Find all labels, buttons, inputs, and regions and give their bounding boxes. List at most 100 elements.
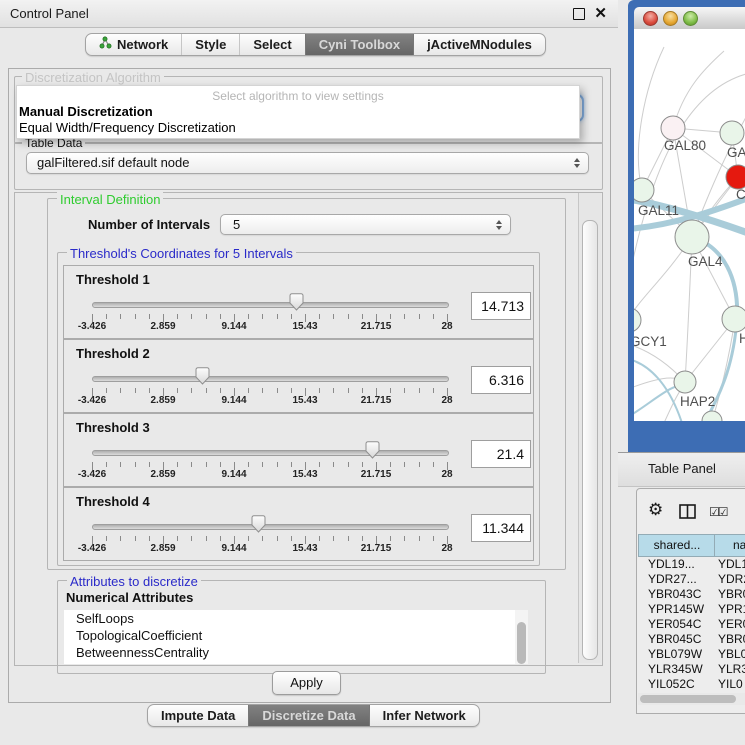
tick-mark — [191, 462, 192, 467]
threshold-slider-track[interactable] — [92, 376, 449, 382]
table-cell[interactable]: YDL19... — [648, 557, 724, 572]
threshold-value-field[interactable]: 11.344 — [471, 514, 531, 542]
tab-style[interactable]: Style — [181, 34, 239, 55]
tab-discretize-data[interactable]: Discretize Data — [248, 705, 368, 726]
network-icon — [99, 34, 112, 55]
thresholds-group-label: Threshold's Coordinates for 5 Intervals — [67, 246, 296, 261]
network-view-canvas[interactable]: GAL80GACGAL11GAL4GCY1HHAP2 — [634, 29, 745, 421]
tick-mark — [177, 314, 178, 319]
close-traffic-light-icon[interactable] — [643, 11, 658, 26]
table-cell[interactable]: YER0 — [718, 617, 745, 632]
threshold-slider-thumb[interactable] — [251, 515, 266, 533]
tab-network[interactable]: Network — [86, 34, 181, 55]
attribute-list-item[interactable]: TopologicalCoefficient — [64, 627, 515, 644]
table-data-combobox[interactable]: galFiltered.sif default node — [26, 152, 589, 174]
network-node-H[interactable] — [722, 306, 745, 332]
control-panel-titlebar: Control Panel ✕ — [0, 0, 618, 28]
threshold-value-field[interactable]: 14.713 — [471, 292, 531, 320]
zoom-traffic-light-icon[interactable] — [683, 11, 698, 26]
tick-label: 21.715 — [361, 321, 392, 332]
dropdown-option-equal-width[interactable]: Equal Width/Frequency Discretization — [19, 120, 236, 135]
threshold-slider-track[interactable] — [92, 524, 449, 530]
attributes-list-scrollbar-thumb[interactable] — [517, 622, 526, 664]
tick-label: -3.426 — [78, 469, 106, 480]
table-cell[interactable]: YDL1 — [718, 557, 745, 572]
threshold-slider-track[interactable] — [92, 302, 449, 308]
network-node-HAP2[interactable] — [674, 371, 696, 393]
tick-mark — [248, 314, 249, 319]
tick-label: 21.715 — [361, 469, 392, 480]
tick-mark — [433, 314, 434, 319]
network-node-GAL11[interactable] — [634, 178, 654, 202]
checkboxes-icon[interactable]: ☑☑ — [709, 505, 727, 519]
tick-mark — [149, 388, 150, 393]
network-node-GA[interactable] — [720, 121, 744, 145]
table-cell[interactable]: YDR27... — [648, 572, 724, 587]
table-cell[interactable]: YDR2 — [718, 572, 745, 587]
table-cell[interactable]: YPR145W — [648, 602, 724, 617]
attribute-list-item[interactable]: BetweennessCentrality — [64, 644, 515, 661]
panel-scrollbar-thumb[interactable] — [582, 220, 598, 660]
tick-label: 9.144 — [221, 543, 246, 554]
network-node-GAL80[interactable] — [661, 116, 685, 140]
threshold-slider-thumb[interactable] — [195, 367, 210, 385]
tick-mark — [177, 388, 178, 393]
tick-mark — [262, 536, 263, 541]
table-cell[interactable]: YPR1 — [718, 602, 745, 617]
tick-mark — [206, 536, 207, 541]
float-window-icon[interactable] — [573, 8, 585, 20]
apply-button[interactable]: Apply — [272, 671, 341, 695]
dropdown-option-manual[interactable]: Manual Discretization — [19, 104, 153, 119]
gear-icon[interactable]: ⚙ — [648, 500, 663, 520]
tick-label: 15.43 — [292, 321, 317, 332]
threshold-slider-track[interactable] — [92, 450, 449, 456]
tick-mark — [206, 462, 207, 467]
tick-mark — [220, 314, 221, 319]
table-cell[interactable]: YLR3 — [718, 662, 745, 677]
network-node-partial[interactable] — [702, 411, 722, 421]
tab-cyni-toolbox[interactable]: Cyni Toolbox — [305, 34, 413, 55]
columns-icon[interactable] — [679, 504, 696, 524]
table-cell[interactable]: YBR0 — [718, 587, 745, 602]
table-cell[interactable]: YBR045C — [648, 632, 724, 647]
threshold-value-field[interactable]: 6.316 — [471, 366, 531, 394]
tick-mark — [348, 462, 349, 467]
tick-mark — [106, 388, 107, 393]
table-cell[interactable]: YBR0 — [718, 632, 745, 647]
tick-mark — [220, 388, 221, 393]
tick-label: -3.426 — [78, 395, 106, 406]
number-of-intervals-combobox[interactable]: 5 — [220, 214, 511, 235]
network-node-label: C — [736, 187, 745, 202]
minimize-traffic-light-icon[interactable] — [663, 11, 678, 26]
table-column-header[interactable]: na — [714, 534, 745, 557]
tab-impute-data[interactable]: Impute Data — [148, 705, 248, 726]
tab-select[interactable]: Select — [239, 34, 304, 55]
table-cell[interactable]: YER054C — [648, 617, 724, 632]
tab-infer-network[interactable]: Infer Network — [369, 705, 479, 726]
table-cell[interactable]: YIL0 — [718, 677, 745, 692]
threshold-slider-thumb[interactable] — [289, 293, 304, 311]
network-node-GAL4[interactable] — [675, 220, 709, 254]
tick-label: 2.859 — [150, 395, 175, 406]
table-cell[interactable]: YLR345W — [648, 662, 724, 677]
network-node-GCY1[interactable] — [634, 308, 641, 332]
table-data-combobox-value: galFiltered.sif default node — [37, 153, 189, 173]
table-cell[interactable]: YIL052C — [648, 677, 724, 692]
table-cell[interactable]: YBL079W — [648, 647, 724, 662]
network-node-C[interactable] — [726, 165, 745, 189]
tick-mark — [191, 536, 192, 541]
tab-label: Style — [195, 34, 226, 55]
tick-label: 9.144 — [221, 395, 246, 406]
tick-mark — [220, 536, 221, 541]
bottom-tab-bar: Impute DataDiscretize DataInfer Network — [147, 704, 480, 727]
tab-jactivemnodules[interactable]: jActiveMNodules — [413, 34, 545, 55]
threshold-slider-thumb[interactable] — [365, 441, 380, 459]
table-cell[interactable]: YBL0 — [718, 647, 745, 662]
table-column-header[interactable]: shared... — [638, 534, 716, 557]
table-cell[interactable]: YBR043C — [648, 587, 724, 602]
close-icon[interactable]: ✕ — [594, 4, 607, 22]
attribute-list-item[interactable]: SelfLoops — [64, 610, 515, 627]
threshold-label: Threshold 4 — [76, 494, 150, 509]
table-horizontal-scrollbar-thumb[interactable] — [640, 695, 736, 703]
threshold-value-field[interactable]: 21.4 — [471, 440, 531, 468]
